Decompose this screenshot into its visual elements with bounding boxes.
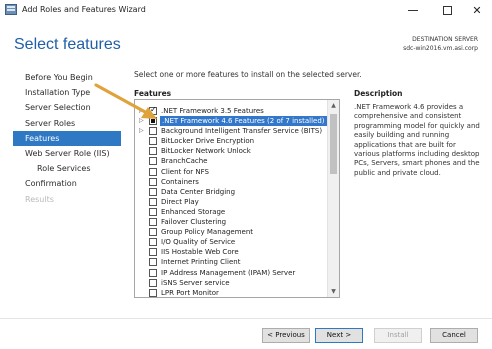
feature-row[interactable]: BitLocker Drive Encryption (135, 136, 327, 146)
feature-row[interactable]: Group Policy Management (135, 227, 327, 237)
install-button: Install (374, 328, 422, 343)
feature-row[interactable]: IP Address Management (IPAM) Server (135, 268, 327, 278)
feature-row[interactable]: BranchCache (135, 156, 327, 166)
title-bar: Add Roles and Features Wizard ✕ (0, 0, 492, 20)
features-heading: Features (134, 89, 172, 98)
feature-row[interactable]: Direct Play (135, 197, 327, 207)
wizard-navigation: Before You Begin Installation Type Server … (13, 70, 121, 207)
feature-label: IP Address Management (IPAM) Server (161, 268, 296, 277)
features-tree[interactable]: ▷ .NET Framework 3.5 Features ▷ .NET Framew… (134, 99, 340, 298)
nav-item-server-selection[interactable]: Server Selection (13, 100, 121, 115)
feature-checkbox[interactable] (149, 207, 157, 216)
destination-server-label: DESTINATION SERVER (412, 36, 478, 43)
feature-label: Containers (161, 177, 199, 186)
nav-item-installation-type[interactable]: Installation Type (13, 85, 121, 100)
scroll-down-icon[interactable]: ▼ (328, 286, 339, 297)
features-scrollbar[interactable]: ▲ ▼ (327, 100, 339, 297)
feature-row[interactable]: ▷ Background Intelligent Transfer Service… (135, 126, 327, 136)
feature-row[interactable]: Containers (135, 177, 327, 187)
feature-row[interactable]: ▷ .NET Framework 4.6 Features (2 of 7 ins… (135, 116, 327, 127)
nav-item-results: Results (25, 194, 54, 204)
footer-divider (0, 318, 492, 319)
feature-checkbox[interactable] (149, 105, 157, 115)
scroll-up-icon[interactable]: ▲ (328, 100, 339, 111)
nav-item-features[interactable]: Features (13, 130, 121, 146)
maximize-icon (442, 5, 452, 15)
feature-checkbox[interactable] (149, 278, 157, 287)
feature-label: I/O Quality of Service (161, 238, 236, 247)
feature-checkbox[interactable] (149, 157, 157, 166)
feature-label: Background Intelligent Transfer Service … (161, 127, 323, 136)
feature-checkbox[interactable] (149, 137, 157, 146)
feature-label: Client for NFS (161, 167, 209, 176)
feature-label: Direct Play (161, 197, 199, 206)
expand-icon[interactable]: ▷ (139, 106, 147, 116)
feature-label: Internet Printing Client (161, 258, 241, 267)
feature-label: Failover Clustering (161, 218, 227, 227)
maximize-button[interactable] (430, 0, 464, 20)
feature-label: BranchCache (161, 157, 208, 166)
feature-checkbox[interactable] (149, 268, 157, 277)
nav-item-before-you-begin[interactable]: Before You Begin (13, 70, 121, 85)
feature-row[interactable]: Failover Clustering (135, 217, 327, 227)
feature-label: LPR Port Monitor (161, 288, 219, 297)
nav-item-role-services[interactable]: Role Services (13, 161, 121, 176)
nav-item-confirmation[interactable]: Confirmation (13, 176, 121, 191)
cancel-button[interactable]: Cancel (430, 328, 478, 343)
feature-row[interactable]: Client for NFS (135, 167, 327, 177)
feature-checkbox[interactable] (149, 177, 157, 186)
feature-checkbox[interactable] (149, 167, 157, 176)
feature-checkbox[interactable] (149, 147, 157, 156)
page-title: Select features (14, 36, 121, 53)
feature-checkbox[interactable] (149, 197, 157, 206)
feature-label: BitLocker Network Unlock (161, 147, 251, 156)
description-heading: Description (354, 89, 403, 98)
feature-checkbox[interactable] (149, 248, 157, 257)
feature-checkbox[interactable] (149, 228, 157, 237)
nav-item-web-server-role-iis[interactable]: Web Server Role (IIS) (13, 146, 121, 161)
nav-item-server-roles[interactable]: Server Roles (13, 116, 121, 131)
feature-checkbox[interactable] (149, 117, 157, 126)
server-manager-icon (5, 4, 17, 15)
feature-label: .NET Framework 3.5 Features (161, 107, 264, 115)
next-button[interactable]: Next > (315, 328, 363, 343)
minimize-icon (408, 9, 418, 11)
feature-label: BitLocker Drive Encryption (161, 137, 255, 146)
feature-row[interactable]: BitLocker Network Unlock (135, 146, 327, 156)
feature-label: Data Center Bridging (161, 187, 236, 196)
feature-checkbox[interactable] (149, 258, 157, 267)
destination-server-name: sdc-win2016.vm.asi.corp (403, 45, 478, 52)
instruction-text: Select one or more features to install o… (134, 70, 362, 79)
window-title: Add Roles and Features Wizard (22, 5, 146, 14)
feature-checkbox[interactable] (149, 187, 157, 196)
expand-icon[interactable]: ▷ (139, 116, 147, 126)
feature-checkbox[interactable] (149, 238, 157, 247)
feature-row[interactable]: iSNS Server service (135, 278, 327, 288)
feature-row[interactable]: Enhanced Storage (135, 207, 327, 217)
previous-button[interactable]: < Previous (262, 328, 310, 343)
feature-checkbox[interactable] (149, 218, 157, 227)
close-button[interactable]: ✕ (460, 0, 492, 20)
minimize-button[interactable] (396, 0, 430, 20)
feature-row[interactable]: ▷ .NET Framework 3.5 Features (135, 105, 327, 116)
feature-row[interactable]: LPR Port Monitor (135, 288, 327, 297)
scrollbar-thumb[interactable] (330, 114, 337, 174)
feature-label: iSNS Server service (161, 278, 230, 287)
feature-checkbox[interactable] (149, 127, 157, 136)
feature-label: .NET Framework 4.6 Features (2 of 7 inst… (160, 116, 327, 127)
features-rows: ▷ .NET Framework 3.5 Features ▷ .NET Framew… (135, 105, 327, 297)
feature-label: IIS Hostable Web Core (161, 248, 239, 257)
close-icon: ✕ (472, 3, 482, 17)
feature-row[interactable]: IIS Hostable Web Core (135, 247, 327, 257)
feature-row[interactable]: I/O Quality of Service (135, 237, 327, 247)
feature-label: Group Policy Management (161, 228, 254, 237)
feature-checkbox[interactable] (149, 288, 157, 297)
description-text: .NET Framework 4.6 provides a comprehens… (354, 103, 480, 177)
feature-row[interactable]: Data Center Bridging (135, 187, 327, 197)
expand-icon[interactable]: ▷ (139, 126, 147, 136)
feature-label: Enhanced Storage (161, 207, 226, 216)
feature-row[interactable]: Internet Printing Client (135, 257, 327, 267)
